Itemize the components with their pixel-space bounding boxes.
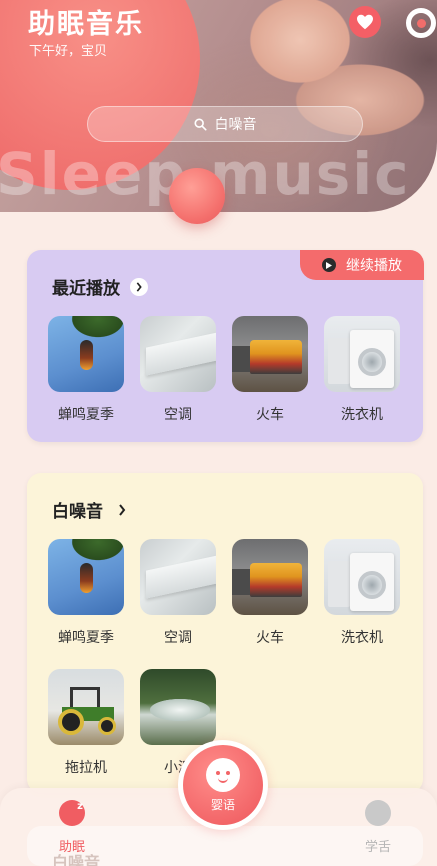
sound-label: 空调 (164, 407, 192, 423)
search-bar[interactable]: 白噪音 (87, 106, 363, 142)
sound-label: 洗衣机 (341, 407, 383, 423)
train-thumbnail (232, 539, 308, 615)
sound-tile[interactable]: 空调 (140, 316, 216, 424)
baby-language-label: 婴语 (210, 797, 235, 812)
parrot-face-icon (365, 800, 391, 826)
cicada-thumbnail (48, 539, 124, 615)
continue-play-button[interactable]: 继续播放 (300, 250, 424, 280)
nav-tab-learn[interactable]: 学舌 (358, 800, 398, 855)
white-noise-title: 白噪音 (52, 502, 103, 522)
baby-face-icon (206, 757, 240, 792)
chevron-right-icon (130, 277, 148, 296)
sound-tile[interactable]: 空调 (140, 539, 216, 647)
hero-ball-decoration (169, 168, 225, 224)
sound-label: 空调 (164, 630, 192, 646)
favorite-button[interactable] (349, 6, 381, 38)
air-conditioner-thumbnail (140, 316, 216, 392)
sound-tile[interactable]: 蝉鸣夏季 (48, 539, 124, 647)
chevron-right-icon (113, 501, 131, 519)
sound-label: 蝉鸣夏季 (58, 630, 114, 646)
sound-tile[interactable]: 洗衣机 (324, 316, 400, 424)
sound-label: 火车 (256, 630, 284, 646)
sound-label: 火车 (256, 407, 284, 423)
greeting-text: 下午好，宝贝 (29, 44, 108, 59)
sound-tile[interactable]: 火车 (232, 539, 308, 647)
nav-label-sleep: 助眠 (58, 840, 85, 855)
continue-play-label: 继续播放 (346, 258, 402, 274)
train-thumbnail (232, 316, 308, 392)
baby-language-button[interactable]: 婴语 (178, 740, 268, 830)
sound-label: 蝉鸣夏季 (58, 407, 114, 423)
washing-machine-thumbnail (324, 316, 400, 392)
settings-button[interactable] (406, 8, 436, 38)
recent-header[interactable]: 最近播放 (52, 274, 148, 299)
tractor-thumbnail (48, 669, 124, 745)
nav-tab-sleep[interactable]: z 助眠 (52, 800, 92, 855)
settings-ring-icon (416, 18, 426, 28)
air-conditioner-thumbnail (140, 539, 216, 615)
sound-label: 洗衣机 (341, 630, 383, 646)
recent-title: 最近播放 (52, 279, 120, 299)
sound-tile[interactable]: 洗衣机 (324, 539, 400, 647)
white-noise-header[interactable]: 白噪音 (52, 497, 131, 522)
baby-language-badge: 婴语 (183, 745, 263, 825)
sound-label: 拖拉机 (65, 760, 107, 776)
sound-tile[interactable]: 火车 (232, 316, 308, 424)
search-placeholder: 白噪音 (214, 117, 257, 133)
heart-icon (357, 14, 373, 30)
washing-machine-thumbnail (324, 539, 400, 615)
nav-label-learn: 学舌 (364, 840, 391, 855)
search-icon (193, 117, 207, 131)
sound-tile[interactable]: 拖拉机 (48, 669, 124, 777)
moon-z-icon: z (59, 800, 85, 826)
sound-tile[interactable]: 蝉鸣夏季 (48, 316, 124, 424)
cicada-thumbnail (48, 316, 124, 392)
stream-thumbnail (140, 669, 216, 745)
recent-played-card: 最近播放 继续播放 蝉鸣夏季 空调 火车 洗衣机 (27, 250, 424, 442)
play-icon (322, 258, 336, 272)
page-title: 助眠音乐 (28, 9, 144, 40)
